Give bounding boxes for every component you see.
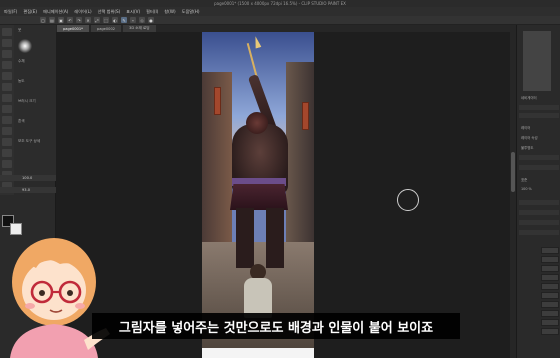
panel-row[interactable]: [519, 230, 559, 235]
sub-tool-panel: 붓 수채 농도 브러시 크기 혼색 보조 도구 상세: [14, 25, 56, 175]
artwork-figure-head: [246, 112, 268, 134]
panel-row[interactable]: [519, 155, 559, 160]
artwork-sign: [214, 87, 221, 115]
open-icon[interactable]: ▤: [49, 17, 55, 23]
blend-mode-label[interactable]: 표준: [521, 177, 527, 182]
brush-preview[interactable]: [18, 39, 32, 53]
tool-icon[interactable]: [2, 83, 12, 91]
select-icon[interactable]: ⬚: [103, 17, 109, 23]
tab-3d-loading[interactable]: 3D 소재 로딩: [123, 25, 156, 32]
tool-icon[interactable]: [2, 138, 12, 146]
subtitle-text: 그림자를 넣어주는 것만으로도 배경과 인물이 붙어 보이죠: [118, 320, 434, 336]
subtool-row[interactable]: 혼색: [18, 119, 25, 124]
panel-row[interactable]: [519, 105, 559, 110]
window-title: page0001* (1500 x 4000px 72dpi 16.5%) - …: [214, 1, 346, 6]
subtool-title: 붓: [18, 28, 22, 32]
new-icon[interactable]: ▢: [40, 17, 46, 23]
layer-row[interactable]: [541, 310, 559, 317]
opacity-slider[interactable]: 93.0: [0, 187, 56, 193]
opacity-value: 93.0: [22, 187, 31, 192]
subtool-row[interactable]: 브러시 크기: [18, 99, 36, 104]
artwork-figure-legs: [236, 208, 284, 268]
save-icon[interactable]: ▣: [58, 17, 64, 23]
artwork-figure-skirt: [230, 184, 288, 210]
tool-icon[interactable]: [2, 149, 12, 157]
layer-panel-label: 레이어: [521, 126, 531, 130]
layer-row[interactable]: [541, 274, 559, 281]
avatar-cheek-right: [75, 303, 85, 309]
layer-row[interactable]: [541, 265, 559, 272]
menu-bar: 파일(F) 편집(E) 애니메이션(A) 레이어(L) 선택 범위(S) 표시(…: [0, 7, 560, 16]
subtool-row[interactable]: 보조 도구 상세: [18, 139, 40, 144]
menu-file[interactable]: 파일(F): [4, 9, 17, 15]
tool-icon[interactable]: [2, 94, 12, 102]
tool-icon[interactable]: [2, 105, 12, 113]
scroll-thumb[interactable]: [511, 152, 515, 192]
transform-icon[interactable]: ⤢: [94, 17, 100, 23]
menu-filter[interactable]: 필터(I): [146, 9, 158, 15]
tool-icon[interactable]: [2, 116, 12, 124]
brush-cursor: [397, 189, 419, 211]
layer-row[interactable]: [541, 256, 559, 263]
tab-page0002[interactable]: page0002: [90, 25, 122, 32]
tool-icon[interactable]: [2, 160, 12, 168]
layer-row[interactable]: [541, 328, 559, 335]
panel-row[interactable]: [519, 113, 559, 118]
subtitle-caption: 그림자를 넣어주는 것만으로도 배경과 인물이 붙어 보이죠: [92, 313, 460, 339]
eraser-icon[interactable]: ◇: [139, 17, 145, 23]
redo-icon[interactable]: ↷: [76, 17, 82, 23]
pen-icon[interactable]: ✎: [121, 17, 127, 23]
undo-icon[interactable]: ↶: [67, 17, 73, 23]
tab-page0001[interactable]: page0001*: [57, 25, 89, 32]
avatar-cheek-left: [25, 303, 35, 309]
layer-row[interactable]: [541, 319, 559, 326]
tool-icon[interactable]: [2, 72, 12, 80]
tool-icon[interactable]: [2, 28, 12, 36]
layer-row[interactable]: [541, 301, 559, 308]
artwork-boy-body: [244, 278, 272, 318]
canvas-area[interactable]: [56, 32, 516, 358]
panel-row[interactable]: [519, 210, 559, 215]
menu-edit[interactable]: 편집(E): [23, 9, 37, 15]
canvas-tab-bar: page0001* page0002 3D 소재 로딩: [56, 25, 516, 32]
menu-help[interactable]: 도움말(H): [182, 9, 200, 15]
avatar-eye-right: [67, 290, 73, 296]
panel-row[interactable]: [519, 220, 559, 225]
menu-window[interactable]: 창(W): [164, 9, 175, 15]
menu-animation[interactable]: 애니메이션(A): [43, 9, 68, 15]
subtool-row[interactable]: 농도: [18, 79, 25, 84]
fill-icon[interactable]: ◐: [112, 17, 118, 23]
canvas-bottom-margin: [202, 348, 314, 358]
command-bar: ▢ ▤ ▣ ↶ ↷ ✕ ⤢ ⬚ ◐ ✎ ⌁ ◇ ●: [0, 16, 560, 25]
avatar-eye-left: [39, 290, 45, 296]
tool-icon[interactable]: [2, 127, 12, 135]
title-bar: page0001* (1500 x 4000px 72dpi 16.5%) - …: [0, 0, 560, 7]
menu-view[interactable]: 표시(V): [126, 9, 140, 15]
layer-property-label: 레이어 속성: [521, 136, 538, 140]
artwork-canvas[interactable]: [202, 32, 314, 358]
menu-layer[interactable]: 레이어(L): [74, 9, 91, 15]
tool-icon[interactable]: [2, 39, 12, 47]
brush-size-slider[interactable]: 100.0: [0, 175, 56, 181]
navigator-thumbnail[interactable]: [523, 31, 551, 91]
subtool-row[interactable]: 수채: [18, 59, 25, 64]
tool-icon[interactable]: [2, 50, 12, 58]
layer-row[interactable]: [541, 292, 559, 299]
artwork-sign: [302, 102, 309, 130]
right-panel: 네비게이터 레이어 레이어 속성 불투명도 표준 100 %: [516, 25, 560, 358]
opacity-label: 불투명도: [521, 146, 534, 150]
layer-row[interactable]: [541, 283, 559, 290]
panel-row[interactable]: [519, 165, 559, 170]
menu-selection[interactable]: 선택 범위(S): [98, 9, 121, 15]
tool-column: [0, 25, 14, 195]
panel-row[interactable]: [519, 200, 559, 205]
layer-row[interactable]: [541, 247, 559, 254]
navigator-label: 네비게이터: [521, 96, 537, 100]
tool-icon[interactable]: [2, 61, 12, 69]
layer-opacity-value[interactable]: 100 %: [521, 187, 532, 191]
brush-size-value: 100.0: [22, 175, 33, 180]
brush-icon[interactable]: ⌁: [130, 17, 136, 23]
erase-icon[interactable]: ✕: [85, 17, 91, 23]
color-icon[interactable]: ●: [148, 17, 154, 23]
